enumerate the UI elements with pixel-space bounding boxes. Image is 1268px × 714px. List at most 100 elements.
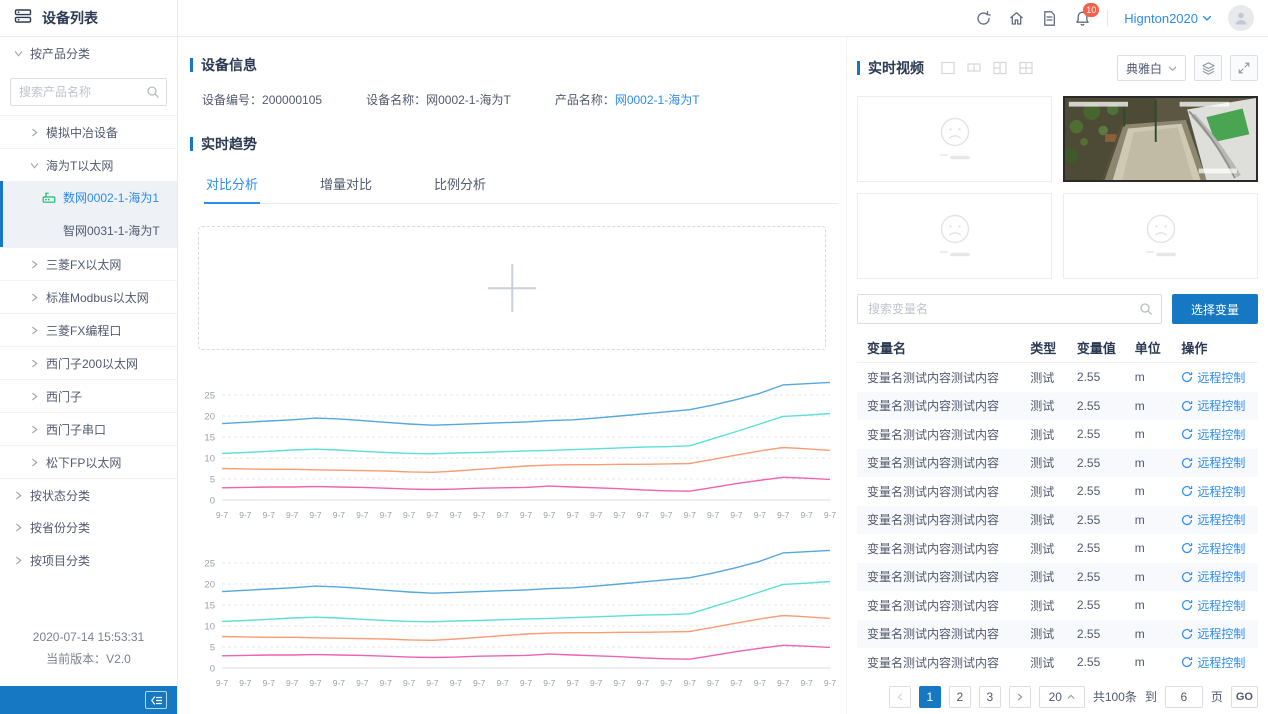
page-button-3[interactable]: 3 <box>979 686 1001 708</box>
select-variable-button[interactable]: 选择变量 <box>1172 294 1258 324</box>
column-header: 变量值 <box>1077 338 1135 357</box>
cell-variable-name: 变量名测试内容测试内容 <box>867 568 1030 585</box>
chevron-right-icon <box>30 326 39 335</box>
prev-page-button[interactable] <box>889 686 911 708</box>
cell-type: 测试 <box>1030 597 1077 614</box>
remote-control-link[interactable]: 远程控制 <box>1181 483 1256 500</box>
page-button-1[interactable]: 1 <box>919 686 941 708</box>
video-cell-live[interactable] <box>1063 96 1258 182</box>
sidebar-item[interactable]: 松下FP以太网 <box>0 445 177 478</box>
sidebar-item[interactable]: 按状态分类 <box>0 478 177 511</box>
sidebar-item-label: 三菱FX以太网 <box>46 256 121 273</box>
remote-control-icon <box>1181 656 1193 668</box>
fullscreen-button[interactable] <box>1230 55 1258 81</box>
product-search-input[interactable] <box>10 78 167 106</box>
cell-variable-name: 变量名测试内容测试内容 <box>867 397 1030 414</box>
sidebar-item-label: 数网0002-1-海为1 <box>63 189 159 206</box>
avatar[interactable] <box>1228 5 1254 31</box>
remote-control-link[interactable]: 远程控制 <box>1181 369 1256 386</box>
remote-control-link[interactable]: 远程控制 <box>1181 540 1256 557</box>
sidebar-item[interactable]: 按项目分类 <box>0 544 177 577</box>
home-icon[interactable] <box>1008 10 1025 27</box>
svg-text:9-7: 9-7 <box>333 510 346 520</box>
table-row: 变量名测试内容测试内容测试2.55m远程控制 <box>857 620 1258 649</box>
no-video-placeholder-icon <box>910 113 1000 165</box>
remote-control-link[interactable]: 远程控制 <box>1181 597 1256 614</box>
refresh-icon[interactable] <box>975 10 992 27</box>
video-cell-empty[interactable] <box>857 96 1052 182</box>
sidebar-item[interactable]: 按省份分类 <box>0 511 177 544</box>
svg-text:9-7: 9-7 <box>496 510 509 520</box>
page-size-select[interactable]: 20 <box>1039 686 1085 708</box>
remote-control-link[interactable]: 远程控制 <box>1181 568 1256 585</box>
remote-control-link[interactable]: 远程控制 <box>1181 654 1256 671</box>
tab-active[interactable]: 对比分析 <box>204 168 260 204</box>
sidebar-item[interactable]: 三菱FX以太网 <box>0 247 177 280</box>
layout-single-icon[interactable] <box>940 60 956 76</box>
video-cell-empty[interactable] <box>857 193 1052 279</box>
sidebar-item[interactable]: 西门子串口 <box>0 412 177 445</box>
svg-text:9-7: 9-7 <box>333 678 346 688</box>
video-cell-empty[interactable] <box>1063 193 1258 279</box>
search-icon <box>146 85 160 104</box>
svg-text:9-7: 9-7 <box>800 678 813 688</box>
cell-type: 测试 <box>1030 511 1077 528</box>
cell-variable-name: 变量名测试内容测试内容 <box>867 511 1030 528</box>
remote-control-link[interactable]: 远程控制 <box>1181 426 1256 443</box>
device-info-field: 设备名称：网0002-1-海为T <box>366 91 511 108</box>
sidebar-item[interactable]: 西门子 <box>0 379 177 412</box>
layout-four-icon[interactable] <box>1018 60 1034 76</box>
layout-two-icon[interactable] <box>966 60 982 76</box>
table-row: 变量名测试内容测试内容测试2.55m远程控制 <box>857 591 1258 620</box>
page-title: 设备列表 <box>42 8 98 28</box>
cell-unit: m <box>1135 513 1182 527</box>
table-row: 变量名测试内容测试内容测试2.55m远程控制 <box>857 506 1258 535</box>
variable-search-input[interactable] <box>857 294 1162 324</box>
go-button[interactable]: GO <box>1231 686 1258 708</box>
page-button-2[interactable]: 2 <box>949 686 971 708</box>
sidebar-item[interactable]: 标准Modbus以太网 <box>0 280 177 313</box>
cell-unit: m <box>1135 570 1182 584</box>
sidebar-item[interactable]: 三菱FX编程口 <box>0 313 177 346</box>
sidebar-item[interactable]: 按产品分类 <box>0 37 177 70</box>
table-row: 变量名测试内容测试内容测试2.55m远程控制 <box>857 449 1258 478</box>
next-page-button[interactable] <box>1009 686 1031 708</box>
svg-text:9-7: 9-7 <box>356 510 369 520</box>
svg-text:9-7: 9-7 <box>660 678 673 688</box>
remote-control-icon <box>1181 428 1193 440</box>
field-value[interactable]: 网0002-1-海为T <box>615 93 700 107</box>
sidebar-item[interactable]: 数网0002-1-海为1 <box>0 181 177 214</box>
document-icon[interactable] <box>1041 10 1058 27</box>
sidebar-item[interactable]: 西门子200以太网 <box>0 346 177 379</box>
sidebar-item[interactable]: 智网0031-1-海为T <box>0 214 177 247</box>
svg-text:9-7: 9-7 <box>473 678 486 688</box>
remote-control-link[interactable]: 远程控制 <box>1181 511 1256 528</box>
trend-section-title: 实时趋势 <box>190 134 838 154</box>
add-chart-placeholder[interactable] <box>198 226 826 350</box>
layout-three-icon[interactable] <box>992 60 1008 76</box>
user-menu[interactable]: Hignton2020 <box>1124 11 1212 26</box>
remote-control-icon <box>1181 571 1193 583</box>
layers-button[interactable] <box>1194 55 1222 81</box>
remote-control-link[interactable]: 远程控制 <box>1181 625 1256 642</box>
remote-control-link[interactable]: 远程控制 <box>1181 397 1256 414</box>
tab-item[interactable]: 比例分析 <box>432 168 488 203</box>
collapse-sidebar-button[interactable] <box>145 691 167 709</box>
remote-control-link[interactable]: 远程控制 <box>1181 454 1256 471</box>
svg-text:9-7: 9-7 <box>567 510 580 520</box>
variable-search <box>857 294 1162 324</box>
sidebar-item[interactable]: 模拟中冶设备 <box>0 115 177 148</box>
jump-page-input[interactable] <box>1165 686 1203 708</box>
cell-type: 测试 <box>1030 369 1077 386</box>
sidebar-item[interactable]: 海为T以太网 <box>0 148 177 181</box>
svg-text:9-7: 9-7 <box>473 510 486 520</box>
theme-select[interactable]: 典雅白 <box>1117 55 1186 81</box>
tab-item[interactable]: 增量对比 <box>318 168 374 203</box>
column-header: 类型 <box>1030 338 1077 357</box>
svg-text:20: 20 <box>204 580 215 591</box>
sidebar-item-label: 按产品分类 <box>30 45 90 62</box>
svg-text:9-7: 9-7 <box>263 510 276 520</box>
device-info-field: 产品名称：网0002-1-海为T <box>555 91 700 108</box>
trend-chart-2: 05101520259-79-79-79-79-79-79-79-79-79-7… <box>192 534 840 694</box>
notification-bell-icon[interactable]: 10 <box>1074 10 1091 27</box>
